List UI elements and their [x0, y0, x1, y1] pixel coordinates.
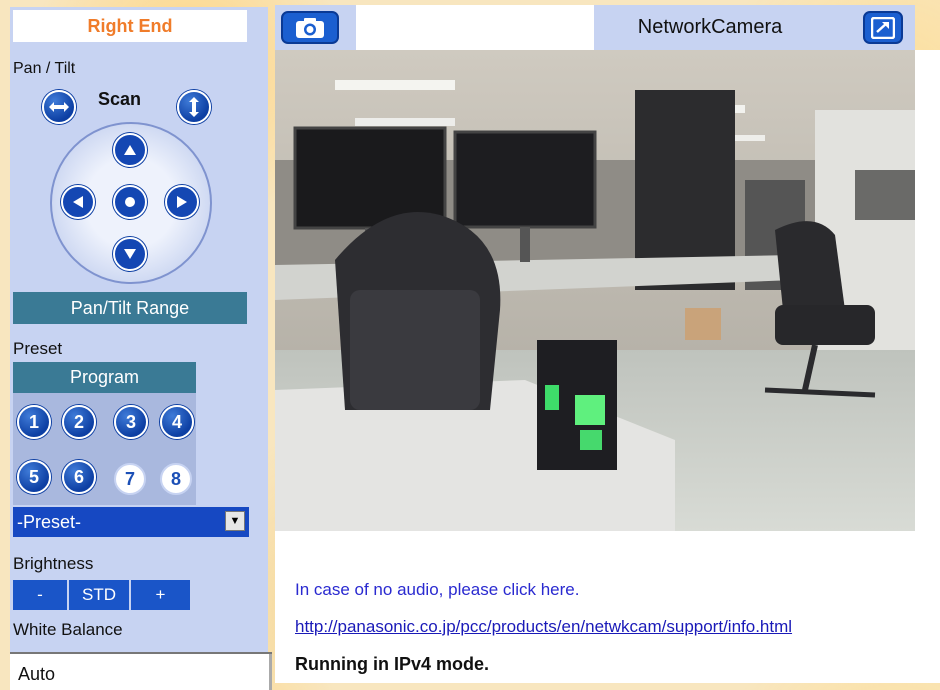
scan-vertical-button[interactable] [177, 90, 211, 124]
preset-select[interactable]: -Preset- ▼ [13, 507, 249, 537]
chevron-down-icon[interactable]: ▼ [225, 511, 245, 531]
arrow-left-icon [73, 196, 83, 208]
pan-tilt-pad[interactable] [50, 122, 212, 284]
preset-select-value: -Preset- [17, 512, 82, 532]
white-balance-label: White Balance [13, 620, 123, 639]
pan-tilt-range-bar[interactable]: Pan/Tilt Range [13, 292, 247, 324]
right-margin [915, 50, 940, 531]
brightness-label: Brightness [13, 554, 94, 573]
white-balance-field[interactable]: Auto [10, 652, 272, 690]
preset-3-button[interactable]: 3 [114, 405, 148, 439]
ip-mode-status: Running in IPv4 mode. [295, 654, 490, 674]
office-scene-image [275, 50, 915, 531]
arrows-horizontal-icon [49, 102, 69, 112]
position-mode-label: Right End [13, 10, 247, 42]
center-dot-icon [125, 197, 135, 207]
scan-horizontal-button[interactable] [42, 90, 76, 124]
title-box [356, 5, 594, 50]
support-link[interactable]: http://panasonic.co.jp/pcc/products/en/n… [295, 617, 792, 637]
camera-toolbar: NetworkCamera [275, 5, 915, 50]
camera-title: NetworkCamera [637, 16, 783, 38]
camera-image[interactable] [275, 50, 915, 531]
preset-8-button[interactable]: 8 [160, 463, 192, 495]
preset-label: Preset [13, 339, 63, 358]
info-area: In case of no audio, please click here. … [275, 531, 940, 683]
brightness-decrease-button[interactable]: - [13, 580, 67, 610]
brightness-increase-button[interactable]: + [131, 580, 190, 610]
preset-4-button[interactable]: 4 [160, 405, 194, 439]
preset-1-button[interactable]: 1 [17, 405, 51, 439]
arrows-vertical-icon [189, 97, 199, 117]
pan-left-button[interactable] [61, 185, 95, 219]
tilt-up-button[interactable] [113, 133, 147, 167]
brightness-standard-button[interactable]: STD [69, 580, 129, 610]
arrow-right-icon [177, 196, 187, 208]
field-edge [269, 654, 272, 690]
control-panel: Right End Pan / Tilt Scan Pan/Tilt Range… [10, 7, 272, 690]
no-audio-link[interactable]: In case of no audio, please click here. [295, 580, 579, 600]
fullscreen-button[interactable] [863, 11, 903, 44]
arrow-down-icon [124, 249, 136, 259]
preset-2-button[interactable]: 2 [62, 405, 96, 439]
home-position-button[interactable] [113, 185, 147, 219]
camera-icon [296, 17, 324, 38]
arrow-up-icon [124, 145, 136, 155]
pan-tilt-label: Pan / Tilt [13, 60, 76, 77]
preset-6-button[interactable]: 6 [62, 460, 96, 494]
scan-label: Scan [98, 89, 142, 109]
preset-7-button[interactable]: 7 [114, 463, 146, 495]
preset-grid: 1 2 3 4 5 6 7 8 [13, 393, 196, 505]
white-balance-value: Auto [18, 664, 56, 684]
program-bar[interactable]: Program [13, 362, 196, 393]
tilt-down-button[interactable] [113, 237, 147, 271]
expand-icon [871, 16, 895, 39]
snapshot-button[interactable] [281, 11, 339, 44]
preset-5-button[interactable]: 5 [17, 460, 51, 494]
pan-right-button[interactable] [165, 185, 199, 219]
